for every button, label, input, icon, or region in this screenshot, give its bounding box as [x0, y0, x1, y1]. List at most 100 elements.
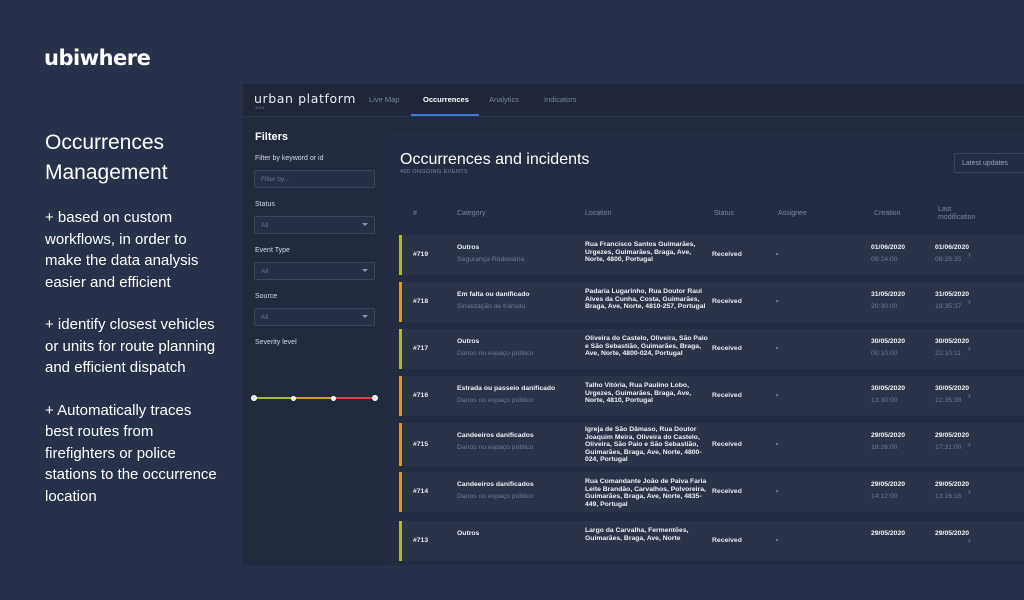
tab-indicators[interactable]: Indicators [544, 95, 577, 104]
chevron-down-icon [362, 223, 368, 226]
event-type-label: Event Type [255, 247, 290, 254]
occurrence-assignee: - [776, 537, 779, 544]
app-screenshot: urban platform 1.0.0 Live Map Occurrence… [243, 84, 1024, 565]
feature-description: Occurrences Management + based on custom… [45, 128, 220, 528]
source-label: Source [255, 293, 278, 300]
modification-time: 17:31:00 [935, 444, 962, 451]
modification-time: 08:25:35 [935, 256, 962, 263]
occurrence-id: #717 [413, 345, 429, 352]
status-value: All [261, 222, 269, 229]
severity-indicator [399, 235, 402, 275]
table-row[interactable]: #713 Outros Largo da Carvalha, Fermentões,… [399, 521, 1024, 561]
event-type-select[interactable]: All [254, 262, 375, 280]
modification-date: 01/06/2020 [935, 244, 970, 251]
severity-label: Severity level [255, 339, 297, 346]
source-select[interactable]: All [254, 308, 375, 326]
feature-point: + based on custom workflows, in order to… [45, 209, 199, 291]
ubiwhere-logo: ubiwhere [44, 46, 151, 70]
chevron-right-icon[interactable]: › [968, 344, 971, 353]
occurrence-subcategory: Danos no espaço público [457, 444, 534, 451]
modification-time: 19:35:37 [935, 303, 962, 310]
urban-platform-logo: urban platform [254, 91, 357, 106]
chevron-down-icon [362, 269, 368, 272]
column-header-status[interactable]: Status [714, 210, 734, 218]
occurrence-assignee: - [776, 251, 779, 258]
occurrence-location: Largo da Carvalha, Fermentões, Guimarães… [585, 527, 689, 542]
occurrence-location: Talho Vitória, Rua Paulino Lobo, Urgezes… [585, 382, 692, 405]
status-label: Status [255, 201, 275, 208]
active-tab-indicator [411, 114, 479, 116]
tab-occurrences[interactable]: Occurrences [423, 95, 469, 104]
creation-time: 13:30:00 [871, 397, 898, 404]
severity-handle-min[interactable] [251, 395, 257, 401]
chevron-right-icon[interactable]: › [968, 297, 971, 306]
modification-time: 13:16:16 [935, 493, 962, 500]
keyword-input[interactable]: Filter by... [254, 170, 375, 188]
status-select[interactable]: All [254, 216, 375, 234]
chevron-right-icon[interactable]: › [968, 487, 971, 496]
severity-segment-low [254, 397, 294, 399]
source-value: All [261, 314, 269, 321]
severity-indicator [399, 472, 402, 512]
severity-indicator [399, 329, 402, 369]
table-row[interactable]: #716 Estrada ou passeio danificado Danos n… [399, 376, 1024, 416]
creation-time: 14:12:00 [871, 493, 898, 500]
sort-select[interactable]: Latest updates [954, 153, 1024, 173]
chevron-right-icon[interactable]: › [968, 440, 971, 449]
chevron-down-icon [362, 315, 368, 318]
keyword-label: Filter by keyword or id [255, 155, 324, 162]
occurrence-assignee: - [776, 392, 779, 399]
occurrence-assignee: - [776, 345, 779, 352]
tab-live-map[interactable]: Live Map [369, 95, 399, 104]
occurrence-id: #719 [413, 251, 429, 258]
creation-time: 18:26:00 [871, 444, 898, 451]
top-navigation: urban platform 1.0.0 Live Map Occurrence… [243, 84, 1024, 117]
severity-indicator [399, 376, 402, 416]
page-title: Occurrences and incidents [400, 151, 590, 168]
creation-time: 09:24:00 [871, 256, 898, 263]
modification-time: 22:10:11 [935, 350, 961, 357]
table-row[interactable]: #717 Outros Danos no espaço público Oliveir… [399, 329, 1024, 369]
occurrence-status: Received [712, 537, 742, 544]
severity-step [291, 395, 296, 401]
tab-analytics[interactable]: Analytics [489, 95, 519, 104]
severity-segment-high [334, 397, 375, 399]
occurrence-id: #718 [413, 298, 429, 305]
section-title: Occurrences Management [45, 128, 220, 188]
severity-handle-max[interactable] [372, 395, 378, 401]
table-row[interactable]: #718 Em falta ou danificado Sinalização de… [399, 282, 1024, 322]
feature-point: + Automatically traces best routes from … [45, 401, 217, 505]
severity-step [331, 395, 336, 401]
severity-slider[interactable] [251, 395, 378, 401]
column-header-category[interactable]: Category [457, 210, 485, 218]
creation-date: 29/05/2020 [871, 530, 906, 537]
modification-date: 30/05/2020 [935, 338, 970, 345]
occurrence-category: Candeeiros danificados [457, 432, 534, 439]
modification-date: 29/05/2020 [935, 530, 970, 537]
filters-title: Filters [255, 131, 289, 143]
title-line-1: Occurrences [45, 131, 165, 154]
occurrence-category: Outros [457, 338, 480, 345]
occurrence-subcategory: Sinalização de trânsito [457, 303, 526, 310]
column-header-last-modification[interactable]: Last modification [938, 206, 988, 222]
modification-date: 29/05/2020 [935, 481, 970, 488]
modification-date: 30/05/2020 [935, 385, 970, 392]
chevron-right-icon[interactable]: › [968, 536, 971, 545]
column-header-assignee[interactable]: Assignee [778, 210, 807, 218]
chevron-right-icon[interactable]: › [968, 391, 971, 400]
column-header-creation[interactable]: Creation [874, 210, 900, 218]
occurrence-status: Received [712, 251, 742, 258]
chevron-right-icon[interactable]: › [968, 250, 971, 259]
creation-date: 29/05/2020 [871, 432, 906, 439]
table-row[interactable]: #714 Candeeiros danificados Danos no espaç… [399, 472, 1024, 512]
column-header-id[interactable]: # [413, 210, 417, 218]
creation-time: 00:10:00 [871, 350, 898, 357]
creation-date: 30/05/2020 [871, 385, 906, 392]
column-header-location[interactable]: Location [585, 210, 611, 218]
modification-date: 31/05/2020 [935, 291, 970, 298]
table-row[interactable]: #719 Outros Segurança Rodoviária Rua Franci… [399, 235, 1024, 275]
occurrence-subcategory: Danos no espaço público [457, 350, 534, 357]
modification-date: 29/05/2020 [935, 432, 970, 439]
occurrence-category: Outros [457, 244, 480, 251]
table-row[interactable]: #715 Candeeiros danificados Danos no espaç… [399, 423, 1024, 466]
